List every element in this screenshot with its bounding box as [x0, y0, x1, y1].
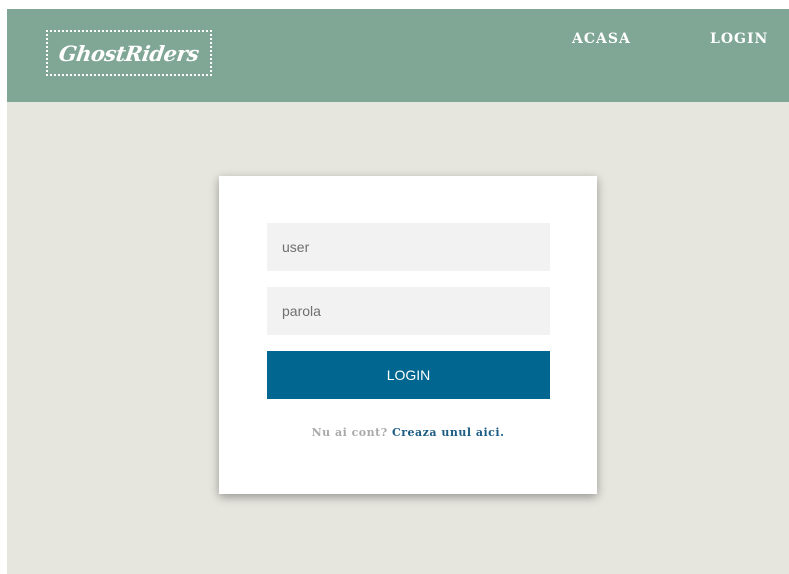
logo[interactable]: GhostRiders [46, 30, 212, 76]
top-navbar: GhostRiders ACASA LOGIN [7, 9, 789, 102]
login-card: LOGIN Nu ai cont? Creaza unul aici. [219, 176, 597, 494]
login-button[interactable]: LOGIN [267, 351, 550, 399]
register-prompt: Nu ai cont? [311, 426, 388, 439]
register-message: Nu ai cont? Creaza unul aici. [219, 426, 597, 439]
nav-link-login[interactable]: LOGIN [710, 31, 768, 47]
register-link[interactable]: Creaza unul aici. [392, 426, 504, 439]
page: GhostRiders ACASA LOGIN LOGIN Nu ai cont… [7, 9, 789, 574]
logo-text: GhostRiders [57, 40, 201, 66]
username-input[interactable] [267, 223, 550, 271]
nav-link-home[interactable]: ACASA [572, 31, 631, 47]
password-input[interactable] [267, 287, 550, 335]
